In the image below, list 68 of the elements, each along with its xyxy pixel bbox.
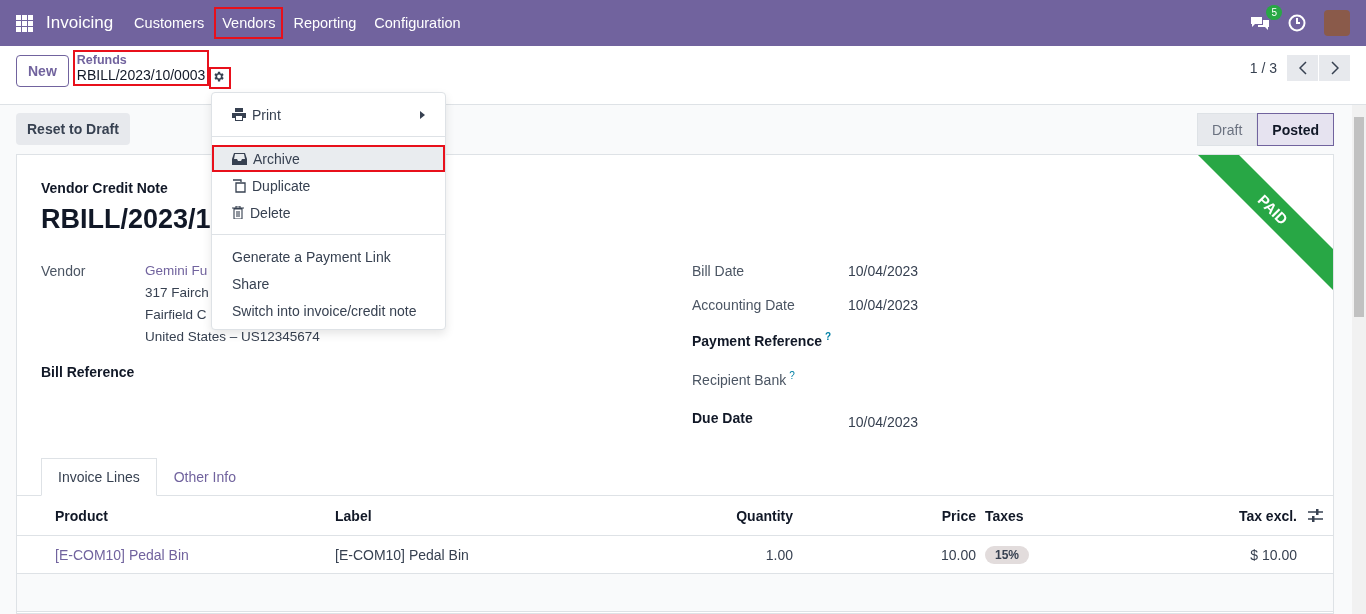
clock-icon[interactable] <box>1288 14 1306 32</box>
settings-button[interactable] <box>209 67 232 89</box>
nav-menu-item[interactable]: Configuration <box>366 7 469 39</box>
table-cell-text: [E-COM10] Pedal Bin <box>335 546 470 563</box>
field-label: Due Date <box>692 410 754 426</box>
address-line: 317 Fairch <box>145 285 209 300</box>
help-mark[interactable]: ? <box>789 370 795 381</box>
field-value: 10/04/2023 <box>848 414 919 430</box>
chat-icon[interactable] <box>1250 15 1270 31</box>
copy-icon <box>232 178 246 193</box>
document-type: Vendor Credit Note <box>41 180 168 196</box>
menu-item[interactable]: Generate a Payment Link <box>212 243 445 270</box>
column-header[interactable]: Price <box>793 507 976 524</box>
printer-icon <box>232 108 246 121</box>
nav-menu-item[interactable]: Reporting <box>285 7 365 39</box>
new-button[interactable]: New <box>16 55 69 87</box>
field-label: Bill Reference <box>41 364 136 382</box>
nav-menu-item[interactable]: Vendors <box>214 7 284 39</box>
trash-icon <box>232 206 244 219</box>
menu-item[interactable]: Share <box>212 270 445 297</box>
field-value: 10/04/2023 <box>848 263 919 279</box>
previous-button[interactable] <box>1287 55 1318 81</box>
vendor-link[interactable]: Gemini Fu <box>145 263 208 278</box>
next-button[interactable] <box>1319 55 1350 81</box>
inbox-icon <box>232 152 247 165</box>
help-mark[interactable]: ? <box>824 331 832 342</box>
field-label: Vendor <box>41 263 87 281</box>
tax-tag: 15% <box>985 545 1030 564</box>
chevron-left-icon <box>1298 61 1307 75</box>
gear-icon <box>212 70 226 83</box>
menu-item[interactable]: Delete <box>212 199 445 226</box>
field-label: Bill Date <box>692 263 746 279</box>
address-line: United States – US12345674 <box>145 329 320 344</box>
menu-item[interactable]: Duplicate <box>212 172 445 199</box>
menu-item[interactable]: Print <box>212 101 445 128</box>
message-count-badge: 5 <box>1266 5 1282 20</box>
column-header[interactable]: Tax excl. <box>1145 507 1297 524</box>
menu-item[interactable]: Archive <box>212 145 445 172</box>
reset-to-draft-button[interactable]: Reset to Draft <box>16 113 130 145</box>
table-cell-text: 10.00 <box>939 546 976 563</box>
tab[interactable]: Other Info <box>156 458 253 496</box>
address-line: Fairfield C <box>145 307 207 322</box>
field-label: Payment Reference $^{?}$ <box>692 331 833 349</box>
status-step[interactable]: Posted <box>1257 113 1334 146</box>
table-cell-text: 1.00 <box>764 546 793 563</box>
app-title[interactable]: Invoicing <box>46 13 114 33</box>
column-header[interactable]: Taxes <box>985 507 1145 524</box>
field-label: Accounting Date <box>692 297 796 313</box>
chevron-right-icon <box>1330 61 1339 75</box>
product-link[interactable]: [E-COM10] Pedal Bin <box>55 546 335 563</box>
document-title: RBILL/2023/1 <box>41 204 211 235</box>
status-step[interactable]: Draft <box>1196 113 1258 146</box>
field-value: 10/04/2023 <box>848 297 919 313</box>
sliders-icon[interactable] <box>1307 509 1323 522</box>
field-label: Recipient Bank $^{?}$ <box>692 370 796 388</box>
nav-menu-item[interactable]: Customers <box>126 7 213 39</box>
menu-item[interactable]: Switch into invoice/credit note <box>212 297 445 324</box>
record-name: RBILL/2023/10/0003 <box>76 67 206 83</box>
apps-grid-icon[interactable] <box>16 14 33 32</box>
column-header[interactable]: Quantity <box>640 507 793 524</box>
breadcrumb-link[interactable]: Refunds <box>76 53 206 67</box>
pager-value: 1 / 3 <box>1249 60 1277 76</box>
tab[interactable]: Invoice Lines <box>41 458 157 496</box>
column-header[interactable]: Product <box>55 507 335 524</box>
table-cell-text: $ 10.00 <box>1249 546 1297 563</box>
scrollbar[interactable] <box>1352 105 1366 614</box>
column-header[interactable]: Label <box>335 507 640 524</box>
caret-icon <box>420 110 425 119</box>
